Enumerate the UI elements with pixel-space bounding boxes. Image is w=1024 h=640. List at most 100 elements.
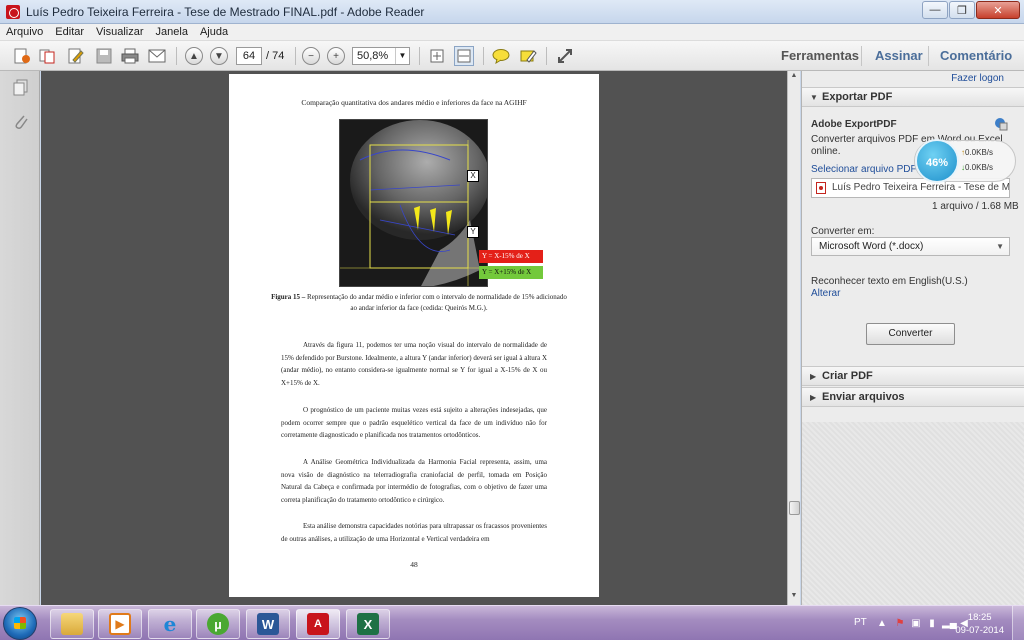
chevron-down-icon: ▼ <box>395 48 409 64</box>
menu-editar[interactable]: Editar <box>55 26 84 38</box>
service-title: Adobe ExportPDF <box>811 119 897 130</box>
ocr-change-link[interactable]: Alterar <box>811 288 840 300</box>
tab-comentario[interactable]: Comentário <box>940 48 1012 63</box>
tab-assinar[interactable]: Assinar <box>875 48 923 63</box>
chevron-down-icon: ▼ <box>996 242 1004 251</box>
export-service-icon <box>994 117 1008 131</box>
convert-format-select[interactable]: Microsoft Word (*.docx) ▼ <box>811 237 1010 256</box>
excel-icon: X <box>357 613 379 635</box>
zoom-in-button[interactable]: + <box>327 47 345 65</box>
login-link[interactable]: Fazer logon <box>951 73 1004 84</box>
word-icon: W <box>257 613 279 635</box>
ocr-language-text: Reconhecer texto em English(U.S.) <box>811 276 968 287</box>
taskbar: ▶ e µ W A X PT ▲ ⚑ ▣ ▮ ▂▄ ◀ 18:25 09-07-… <box>0 605 1024 640</box>
highlight-icon[interactable] <box>518 46 538 66</box>
navigation-pane <box>0 71 40 605</box>
caption-text: Representação do andar médio e inferior … <box>305 293 567 312</box>
language-indicator[interactable]: PT <box>854 617 867 628</box>
combine-files-icon[interactable] <box>38 46 58 66</box>
scroll-thumb[interactable] <box>789 501 800 515</box>
save-icon[interactable] <box>94 46 114 66</box>
taskbar-utorrent[interactable]: µ <box>196 609 240 639</box>
fit-page-icon[interactable] <box>427 46 447 66</box>
clock[interactable]: 18:25 09-07-2014 <box>955 611 1004 637</box>
create-pdf-icon[interactable] <box>12 46 32 66</box>
internet-explorer-icon: e <box>163 612 177 636</box>
speed-percent: 46% <box>915 139 959 183</box>
taskbar-adobe-reader[interactable]: A <box>296 609 340 639</box>
print-icon[interactable] <box>120 46 140 66</box>
toolbar: ▲ ▼ 64 / 74 − + 50,8% ▼ Ferramentas Assi… <box>0 41 1024 71</box>
system-tray: PT ▲ ⚑ ▣ ▮ ▂▄ ◀ 18:25 09-07-2014 <box>824 606 1024 640</box>
menu-visualizar[interactable]: Visualizar <box>96 26 144 38</box>
paragraph-1: Através da figura 11, podemos ter uma no… <box>281 341 547 387</box>
panel-empty-area <box>802 422 1024 605</box>
create-pdf-header[interactable]: ▶ Criar PDF <box>802 366 1024 386</box>
zoom-out-button[interactable]: − <box>302 47 320 65</box>
taskbar-internet-explorer[interactable]: e <box>148 609 192 639</box>
menu-arquivo[interactable]: Arquivo <box>6 26 43 38</box>
file-info: 1 arquivo / 1.68 MB <box>932 201 1019 212</box>
vertical-scrollbar[interactable]: ▲ ▼ <box>787 71 800 605</box>
taskbar-media-player[interactable]: ▶ <box>98 609 142 639</box>
figure-caption: Figura 15 – Representação do andar médio… <box>269 292 569 314</box>
folder-icon <box>61 613 83 635</box>
scroll-up-arrow[interactable]: ▲ <box>788 72 800 84</box>
next-page-button[interactable]: ▼ <box>210 47 228 65</box>
media-player-icon: ▶ <box>109 613 131 635</box>
adobe-reader-icon: A <box>307 613 329 635</box>
paragraph-4: Esta análise demonstra capacidades notór… <box>281 522 547 543</box>
page-header: Comparação quantitativa dos andares médi… <box>301 98 527 107</box>
maximize-button[interactable]: ❐ <box>949 1 975 19</box>
tab-ferramentas[interactable]: Ferramentas <box>781 48 859 63</box>
caption-label: Figura 15 – <box>271 293 306 301</box>
convert-button[interactable]: Converter <box>866 323 955 345</box>
page-number-input[interactable]: 64 <box>236 47 262 65</box>
download-speed: ↓0.0KB/s <box>961 163 994 172</box>
send-files-header[interactable]: ▶ Enviar arquivos <box>802 387 1024 407</box>
attachments-icon[interactable] <box>13 113 29 131</box>
expand-right-icon: ▶ <box>810 393 817 402</box>
show-desktop-button[interactable] <box>1012 606 1024 640</box>
document-viewer[interactable]: Comparação quantitativa dos andares médi… <box>41 71 787 605</box>
email-icon[interactable] <box>147 46 167 66</box>
start-button[interactable] <box>3 607 37 640</box>
fit-width-icon[interactable] <box>454 46 474 66</box>
figure-label-x: X <box>467 170 479 182</box>
page-thumbnails-icon[interactable] <box>13 79 29 97</box>
taskbar-word[interactable]: W <box>246 609 290 639</box>
pdf-page: Comparação quantitativa dos andares médi… <box>229 74 599 597</box>
paragraph-3: A Análise Geométrica Individualizada da … <box>281 458 547 504</box>
menu-janela[interactable]: Janela <box>156 26 188 38</box>
zoom-value: 50,8% <box>357 50 389 62</box>
network-speed-widget[interactable]: 46% ↑0.0KB/s ↓0.0KB/s <box>914 139 1016 183</box>
export-pdf-title-row: Adobe ExportPDF <box>811 119 897 131</box>
page-total: / 74 <box>266 50 285 62</box>
action-center-icon[interactable]: ⚑ <box>894 618 906 630</box>
figure-box-plus: Y = X+15% de X <box>479 266 543 279</box>
tray-app-icon[interactable]: ▣ <box>910 618 922 630</box>
power-icon[interactable]: ▮ <box>926 618 938 630</box>
expand-right-icon: ▶ <box>810 372 817 381</box>
network-icon[interactable]: ▂▄ <box>942 618 957 630</box>
adobe-reader-icon <box>6 4 20 19</box>
edit-pdf-icon[interactable] <box>66 46 86 66</box>
zoom-select[interactable]: 50,8% ▼ <box>352 47 410 65</box>
figure-label-y: Y <box>467 226 479 238</box>
tray-expand-icon[interactable]: ▲ <box>876 618 888 630</box>
taskbar-excel[interactable]: X <box>346 609 390 639</box>
full-screen-icon[interactable] <box>555 46 575 66</box>
comment-icon[interactable] <box>491 46 511 66</box>
scroll-down-arrow[interactable]: ▼ <box>788 592 800 604</box>
close-button[interactable]: ✕ <box>976 1 1020 19</box>
taskbar-explorer[interactable] <box>50 609 94 639</box>
previous-page-button[interactable]: ▲ <box>185 47 203 65</box>
utorrent-icon: µ <box>207 613 229 635</box>
select-file-label: Selecionar arquivo PDF: <box>811 164 920 175</box>
minimize-button[interactable]: — <box>922 1 948 19</box>
cephalometric-figure <box>339 119 488 287</box>
upload-speed: ↑0.0KB/s <box>961 148 994 157</box>
menu-ajuda[interactable]: Ajuda <box>200 26 228 38</box>
paragraph-2: O prognóstico de um paciente muitas veze… <box>281 406 547 439</box>
export-pdf-header[interactable]: ▼ Exportar PDF <box>802 87 1024 107</box>
